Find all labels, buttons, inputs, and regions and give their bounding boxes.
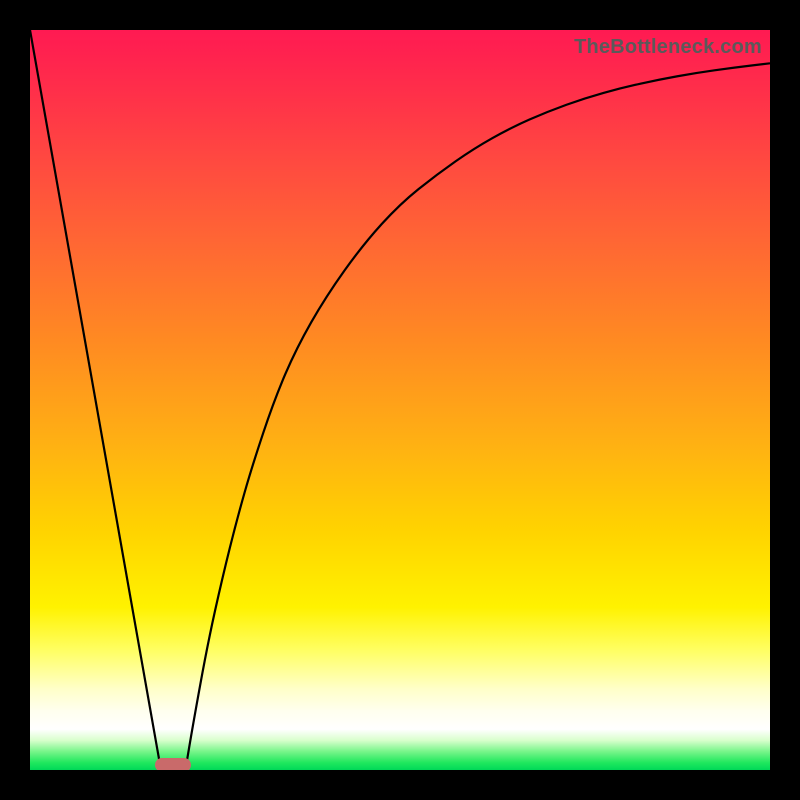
chart-frame: TheBottleneck.com [0,0,800,800]
curve-svg [30,30,770,770]
plot-area: TheBottleneck.com [30,30,770,770]
curve-left-leg [30,30,161,770]
selection-marker [155,758,191,770]
curve-right [185,63,770,770]
